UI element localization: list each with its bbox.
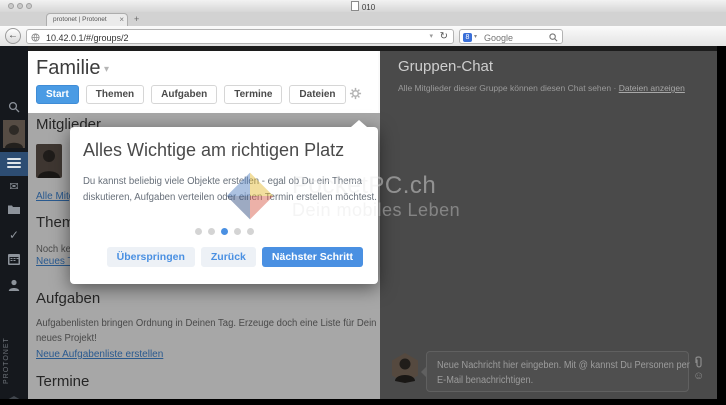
attach-file-icon[interactable] <box>694 355 704 368</box>
back-step-button[interactable]: Zurück <box>201 247 256 267</box>
document-icon <box>351 1 359 11</box>
search-icon[interactable] <box>549 33 558 42</box>
app-sidebar: ✉ ✓ PROTONET <box>0 46 28 399</box>
group-caret-icon[interactable]: ▾ <box>104 64 109 75</box>
desktop-background-bottom <box>0 399 726 405</box>
window-title: 010 <box>0 1 726 12</box>
skip-button[interactable]: Überspringen <box>107 247 195 267</box>
reload-icon[interactable]: ↻ <box>440 31 448 42</box>
modal-buttons: Überspringen Zurück Nächster Schritt <box>107 247 363 267</box>
chat-user-avatar[interactable] <box>392 353 418 383</box>
tab-title: protonet | Protonet <box>53 16 113 23</box>
modal-pointer-arrow <box>351 120 367 127</box>
back-button[interactable]: ← <box>5 28 21 44</box>
group-tabs: Start Themen Aufgaben Termine Dateien <box>36 85 346 104</box>
sidebar-tasks-icon[interactable]: ✓ <box>0 228 28 242</box>
chat-title: Gruppen-Chat <box>398 58 493 75</box>
search-input[interactable] <box>482 31 546 44</box>
chat-subtitle-separator: · <box>613 83 616 93</box>
chat-placeholder-line2: E-Mail benachrichtigen. <box>437 373 533 388</box>
search-engine-icon[interactable]: 8 <box>463 33 472 42</box>
sidebar-item-groups[interactable] <box>0 152 28 176</box>
modal-title: Alles Wichtige am richtigen Platz <box>83 140 344 161</box>
gear-icon <box>349 87 362 100</box>
progress-dot[interactable] <box>234 228 241 235</box>
search-bar[interactable]: 8 ▾ <box>459 29 563 44</box>
brand-wordmark: PROTONET <box>3 330 25 392</box>
group-header: Familie ▾ Start Themen Aufgaben Termine Date… <box>28 51 378 113</box>
progress-dot[interactable] <box>208 228 215 235</box>
group-title[interactable]: Familie <box>36 57 100 80</box>
group-settings-button[interactable] <box>349 87 362 105</box>
sidebar-person-icon[interactable] <box>8 279 20 291</box>
list-icon <box>7 158 21 160</box>
modal-body-line1: Du kannst beliebig viele Objekte erstell… <box>83 174 362 190</box>
tab-start[interactable]: Start <box>36 85 79 104</box>
chat-placeholder-line1: Neue Nachricht hier eingeben. Mit @ kann… <box>437 358 690 373</box>
engine-dropdown-icon[interactable]: ▾ <box>474 33 477 40</box>
chat-message-input[interactable]: Neue Nachricht hier eingeben. Mit @ kann… <box>426 351 689 392</box>
progress-dot[interactable] <box>247 228 254 235</box>
tab-themen[interactable]: Themen <box>86 85 144 104</box>
modal-body-line2: diskutieren, Aufgaben verteilen oder ein… <box>83 190 377 206</box>
tab-close-icon[interactable]: × <box>119 15 124 25</box>
url-input[interactable] <box>44 31 378 44</box>
sidebar-calendar-icon[interactable] <box>8 254 20 265</box>
progress-dots <box>70 228 378 235</box>
chat-subtitle: Alle Mitglieder dieser Gruppe können die… <box>398 83 685 93</box>
browser-toolbar: ← ▾ ↻ 8 ▾ ↓ ☆ ★ ✎ ▾ ≡ <box>0 26 726 47</box>
url-dropdown-icon[interactable]: ▾ <box>429 32 433 40</box>
sidebar-search-icon[interactable] <box>8 101 20 113</box>
url-bar[interactable]: ▾ ↻ <box>26 29 454 44</box>
tab-termine[interactable]: Termine <box>224 85 282 104</box>
site-globe-icon <box>31 33 40 42</box>
next-step-button[interactable]: Nächster Schritt <box>262 247 363 267</box>
group-chat-panel: Gruppen-Chat Alle Mitglieder dieser Grup… <box>380 51 717 399</box>
chat-files-link[interactable]: Dateien anzeigen <box>619 83 685 93</box>
progress-dot[interactable] <box>195 228 202 235</box>
sidebar-user-avatar[interactable] <box>3 120 25 148</box>
tab-aufgaben[interactable]: Aufgaben <box>151 85 217 104</box>
progress-dot[interactable] <box>221 228 228 235</box>
screen: 010 protonet | Protonet × + ← ▾ ↻ 8 ▾ ↓ … <box>0 0 726 405</box>
sidebar-folder-icon[interactable] <box>8 204 20 214</box>
tab-dateien[interactable]: Dateien <box>289 85 345 104</box>
tutorial-modal: Alles Wichtige am richtigen Platz Du kan… <box>70 127 378 284</box>
emoji-icon[interactable]: ☺ <box>693 370 704 382</box>
browser-tabstrip: protonet | Protonet × + <box>0 12 726 26</box>
chat-subtitle-text: Alle Mitglieder dieser Gruppe können die… <box>398 83 611 93</box>
sidebar-mail-icon[interactable]: ✉ <box>0 180 28 193</box>
browser-tab[interactable]: protonet | Protonet × <box>46 13 128 26</box>
new-tab-button[interactable]: + <box>134 14 139 24</box>
desktop-background-right <box>717 46 726 405</box>
